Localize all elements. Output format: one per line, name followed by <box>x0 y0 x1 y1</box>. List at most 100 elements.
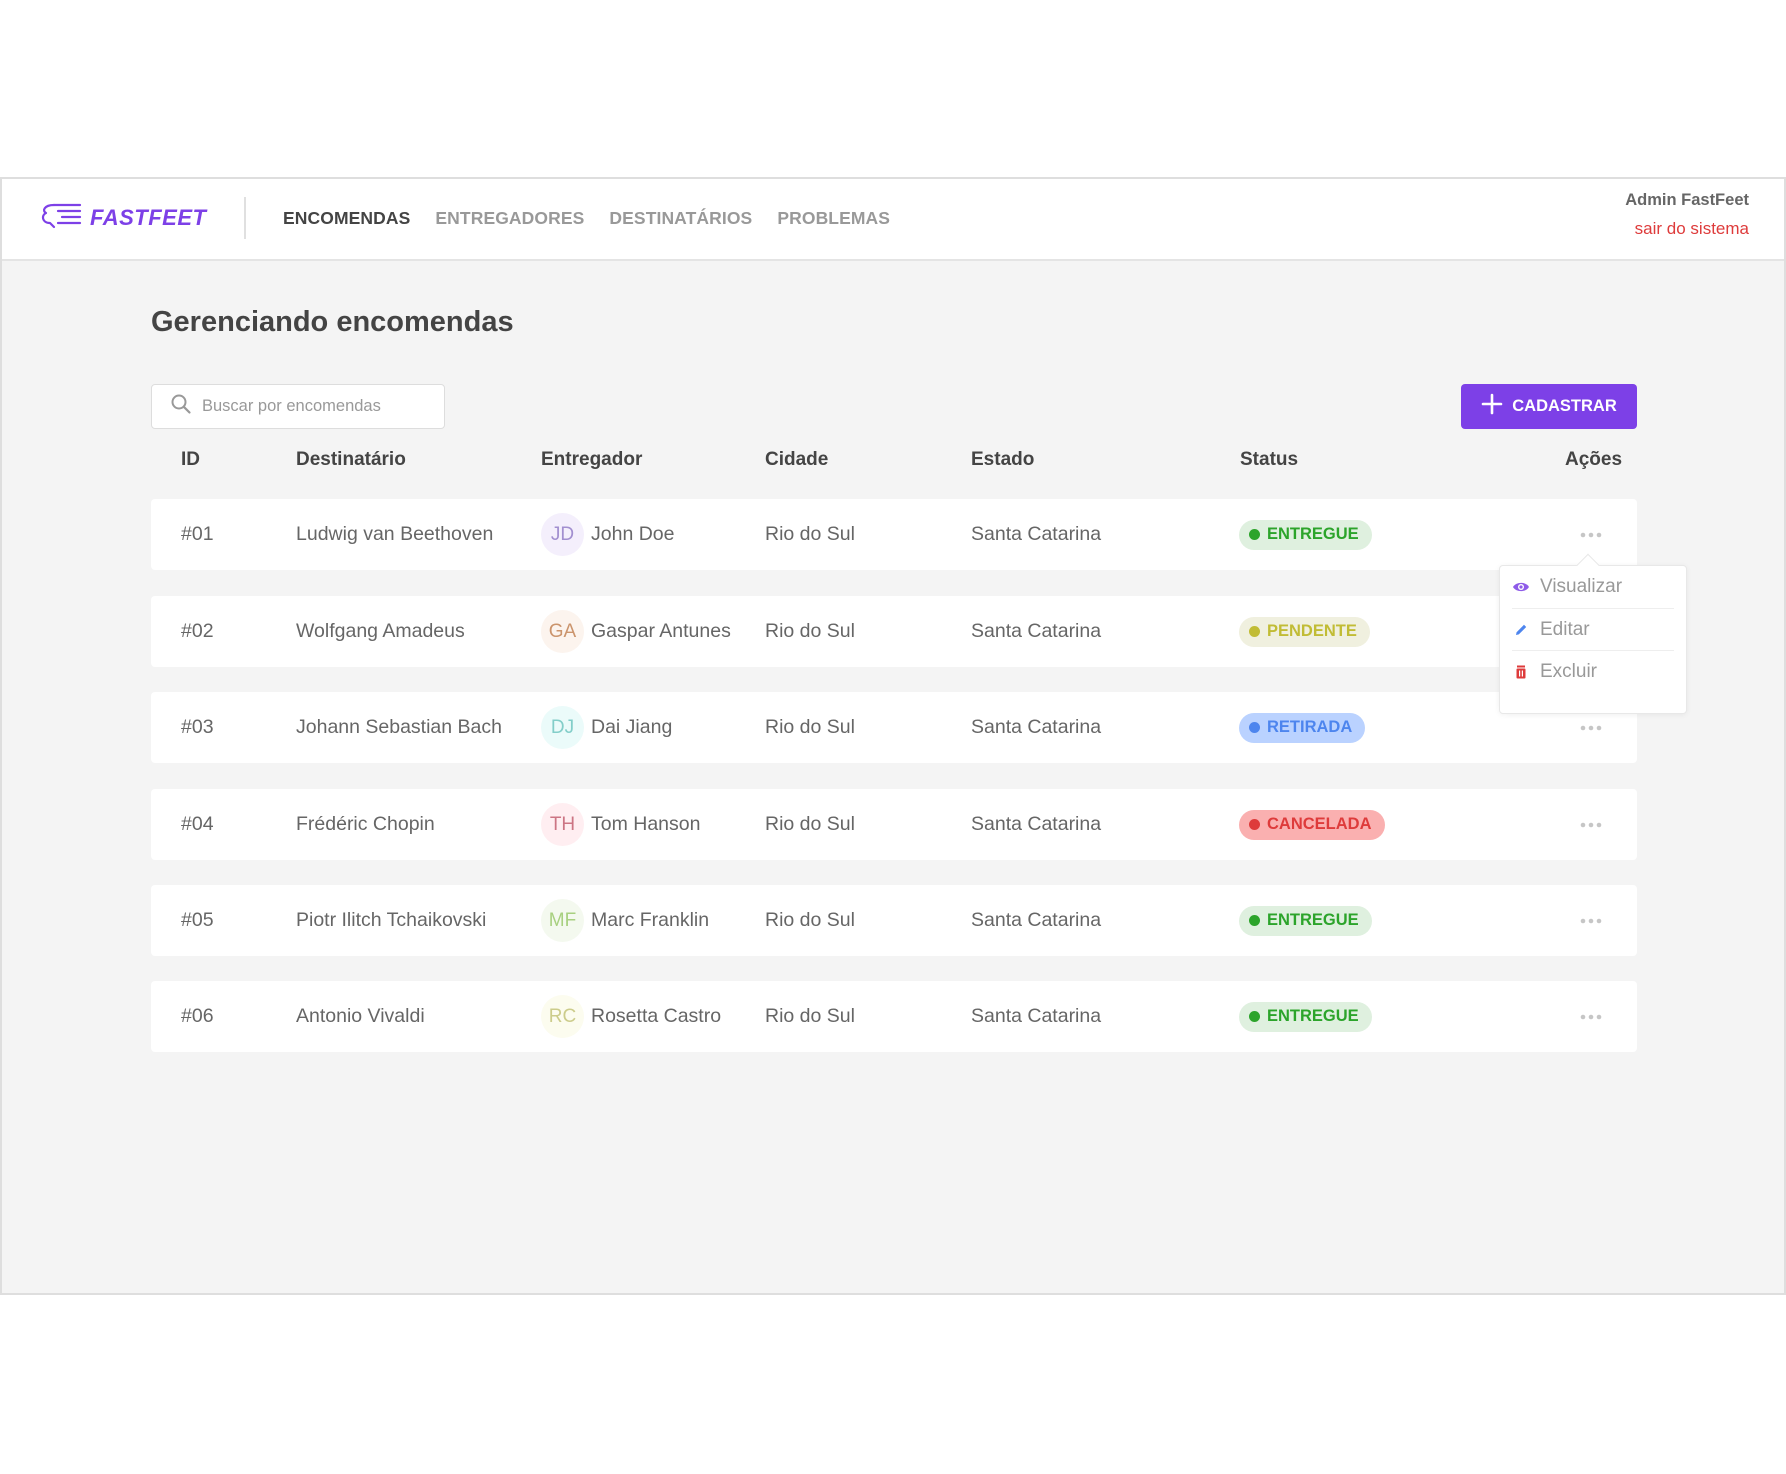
app-window: FASTFEET ENCOMENDAS ENTREGADORES DESTINA… <box>0 177 1786 1295</box>
status-label: ENTREGUE <box>1267 1007 1359 1025</box>
city: Rio do Sul <box>765 716 855 738</box>
courier-avatar: DJ <box>541 706 584 749</box>
status-label: RETIRADA <box>1267 718 1353 736</box>
column-header-state: Estado <box>971 449 1035 470</box>
order-id: #04 <box>181 813 214 835</box>
courier-name: John Doe <box>591 523 675 545</box>
table-row: #04 Frédéric Chopin TH Tom Hanson Rio do Sul… <box>151 789 1637 860</box>
state: Santa Catarina <box>971 523 1102 545</box>
courier-cell: MF Marc Franklin <box>541 885 709 956</box>
status-label: ENTREGUE <box>1267 911 1359 929</box>
action-delete[interactable]: Excluir <box>1512 650 1674 692</box>
table-row: #03 Johann Sebastian Bach DJ Dai Jiang Rio d… <box>151 692 1637 763</box>
order-id: #01 <box>181 523 214 545</box>
more-dots-icon <box>1580 918 1602 923</box>
city: Rio do Sul <box>765 909 855 931</box>
status-dot <box>1249 529 1260 540</box>
recipient-name: Ludwig van Beethoven <box>296 523 494 545</box>
recipient-name: Frédéric Chopin <box>296 813 435 835</box>
status-badge: ENTREGUE <box>1239 905 1372 936</box>
courier-avatar: GA <box>541 610 584 653</box>
state: Santa Catarina <box>971 1005 1102 1027</box>
courier-cell: TH Tom Hanson <box>541 789 700 860</box>
courier-avatar: JD <box>541 513 584 556</box>
recipient-name: Piotr Ilitch Tchaikovski <box>296 909 487 931</box>
nav-item-encomendas[interactable]: ENCOMENDAS <box>283 208 410 229</box>
order-id: #03 <box>181 716 214 738</box>
courier-avatar: RC <box>541 995 584 1038</box>
column-header-city: Cidade <box>765 449 829 470</box>
state: Santa Catarina <box>971 813 1102 835</box>
courier-name: Rosetta Castro <box>591 1005 722 1027</box>
action-view[interactable]: Visualizar <box>1512 566 1674 608</box>
topbar-divider <box>244 197 246 239</box>
city: Rio do Sul <box>765 813 855 835</box>
status-cell: ENTREGUE <box>1239 499 1372 570</box>
column-header-id: ID <box>181 449 200 470</box>
search-icon <box>170 393 192 420</box>
status-cell: PENDENTE <box>1239 596 1370 667</box>
table-row: #01 Ludwig van Beethoven JD John Doe Rio do … <box>151 499 1637 570</box>
logout-link[interactable]: sair do sistema <box>1625 219 1749 239</box>
column-header-courier: Entregador <box>541 449 643 470</box>
action-delete-label: Excluir <box>1540 660 1598 682</box>
courier-avatar: TH <box>541 803 584 846</box>
eye-icon <box>1512 578 1530 596</box>
action-edit[interactable]: Editar <box>1512 608 1674 650</box>
courier-cell: RC Rosetta Castro <box>541 981 721 1052</box>
truck-logo-icon <box>40 201 84 236</box>
courier-cell: JD John Doe <box>541 499 674 570</box>
status-cell: ENTREGUE <box>1239 885 1372 956</box>
trash-icon <box>1512 663 1530 681</box>
order-id: #05 <box>181 909 214 931</box>
more-actions-button[interactable] <box>1580 789 1602 860</box>
status-cell: RETIRADA <box>1239 692 1366 763</box>
courier-cell: DJ Dai Jiang <box>541 692 672 763</box>
city: Rio do Sul <box>765 620 855 642</box>
status-badge: RETIRADA <box>1239 712 1366 743</box>
main-nav: ENCOMENDAS ENTREGADORES DESTINATÁRIOS PR… <box>283 179 890 257</box>
city: Rio do Sul <box>765 523 855 545</box>
order-id: #06 <box>181 1005 214 1027</box>
status-label: ENTREGUE <box>1267 525 1359 543</box>
table-header: ID Destinatário Entregador Cidade Estado… <box>151 441 1637 481</box>
pencil-icon <box>1512 621 1530 639</box>
column-header-status: Status <box>1240 449 1299 470</box>
order-id: #02 <box>181 620 214 642</box>
table-row: #06 Antonio Vivaldi RC Rosetta Castro Rio do… <box>151 981 1637 1052</box>
courier-avatar: MF <box>541 899 584 942</box>
more-dots-icon <box>1580 725 1602 730</box>
more-actions-button[interactable] <box>1580 885 1602 956</box>
status-badge: ENTREGUE <box>1239 519 1372 550</box>
recipient-name: Johann Sebastian Bach <box>296 716 502 738</box>
recipient-name: Antonio Vivaldi <box>296 1005 425 1027</box>
add-order-button[interactable]: CADASTRAR <box>1461 384 1637 429</box>
search-input[interactable] <box>202 397 432 416</box>
nav-item-problemas[interactable]: PROBLEMAS <box>777 208 890 229</box>
nav-item-destinatarios[interactable]: DESTINATÁRIOS <box>609 208 752 229</box>
fastfeet-logo[interactable]: FASTFEET <box>40 201 206 235</box>
nav-item-entregadores[interactable]: ENTREGADORES <box>435 208 584 229</box>
column-header-recipient: Destinatário <box>296 449 406 470</box>
more-dots-icon <box>1580 532 1602 537</box>
user-profile: Admin FastFeet sair do sistema <box>1625 190 1749 239</box>
status-badge: PENDENTE <box>1239 616 1370 647</box>
courier-name: Dai Jiang <box>591 716 673 738</box>
plus-icon <box>1481 393 1503 420</box>
status-cell: CANCELADA <box>1239 789 1385 860</box>
action-edit-label: Editar <box>1540 618 1590 640</box>
search-box[interactable] <box>151 384 445 429</box>
more-actions-button[interactable] <box>1580 981 1602 1052</box>
more-dots-icon <box>1580 822 1602 827</box>
table-row: #05 Piotr Ilitch Tchaikovski MF Marc Frankl… <box>151 885 1637 956</box>
state: Santa Catarina <box>971 620 1102 642</box>
courier-name: Marc Franklin <box>591 909 710 931</box>
brand-name: FASTFEET <box>90 205 207 230</box>
status-badge: ENTREGUE <box>1239 1001 1372 1032</box>
courier-name: Gaspar Antunes <box>591 620 731 642</box>
status-dot <box>1249 722 1260 733</box>
status-dot <box>1249 915 1260 926</box>
add-order-label: CADASTRAR <box>1512 397 1617 415</box>
state: Santa Catarina <box>971 909 1102 931</box>
status-dot <box>1249 626 1260 637</box>
